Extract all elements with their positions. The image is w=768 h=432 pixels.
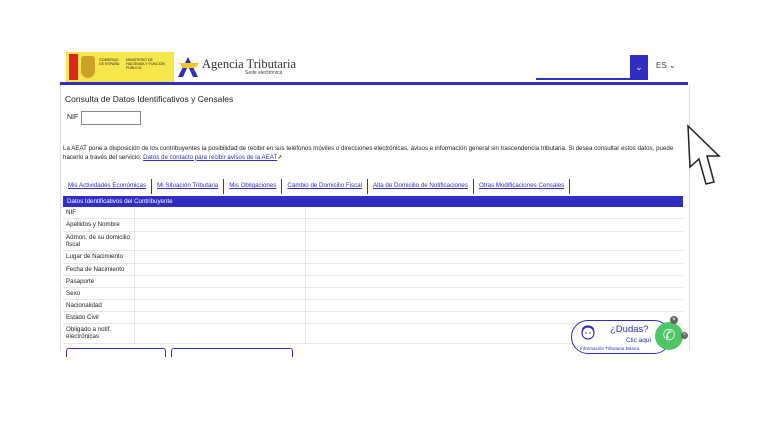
tab-cambio-domicilio[interactable]: Cambio de Domicilio Fiscal	[282, 179, 369, 194]
tab-actividades[interactable]: Mis Actividades Económicas	[63, 179, 153, 194]
tab-otras-modificaciones[interactable]: Otras Modificaciones Censales	[474, 179, 571, 194]
row-label: Lugar de Nacimiento	[63, 251, 135, 263]
row-extra	[306, 207, 683, 218]
row-extra	[306, 288, 683, 299]
chevron-down-icon[interactable]: ⌄	[630, 55, 648, 80]
row-extra	[306, 300, 683, 311]
row-value	[135, 219, 306, 231]
flag-stripe	[69, 54, 78, 80]
gov-line2: MINISTERIO DE HACIENDA Y FUNCIÓN PÚBLICA	[126, 58, 166, 70]
row-label: Sexo	[63, 288, 135, 299]
action-button-2[interactable]	[171, 348, 293, 357]
table-row: Fecha de Nacimiento	[63, 264, 683, 276]
help-subtitle: Clic aquí	[626, 337, 652, 344]
row-extra	[306, 264, 683, 275]
help-widget[interactable]: ¿Dudas? Clic aquí Información Tributaria…	[571, 316, 688, 354]
help-title: ¿Dudas?	[610, 324, 649, 335]
row-value	[135, 288, 306, 299]
row-extra	[306, 276, 683, 287]
info-paragraph: La AEAT pone a disposición de los contri…	[63, 145, 685, 162]
nif-input[interactable]	[81, 111, 141, 125]
row-label: Nacionalidad	[63, 300, 135, 311]
row-extra	[306, 232, 683, 250]
row-label: Fecha de Nacimiento	[63, 264, 135, 275]
agent-avatar-icon	[581, 325, 595, 340]
table-header: Datos Identificativos del Contribuyente	[63, 196, 683, 207]
table-row: Pasaporte	[63, 276, 683, 288]
row-extra	[306, 251, 683, 263]
aeat-logo-icon[interactable]	[176, 55, 202, 79]
row-label: Apellidos y Nombre	[63, 219, 135, 231]
row-value	[135, 264, 306, 275]
gov-line1: GOBIERNO DE ESPAÑA	[99, 58, 120, 66]
table-row: Admon. de su domicilio fiscal	[63, 232, 683, 251]
tab-alta-domicilio[interactable]: Alta de Domicilio de Notificaciones	[368, 179, 474, 194]
row-label: Obligado a notif. electrónicas	[63, 324, 135, 343]
tab-obligaciones[interactable]: Mis Obligaciones	[224, 179, 283, 194]
table-row: NIF	[63, 207, 683, 219]
help-caption: Información Tributaria Básica	[580, 346, 640, 351]
language-selector[interactable]: ES ⌄	[656, 61, 676, 70]
external-link-icon: ↗	[277, 153, 283, 161]
gobierno-logo[interactable]: GOBIERNO DE ESPAÑA MINISTERIO DE HACIEND…	[66, 52, 174, 82]
search-input[interactable]	[536, 55, 630, 80]
phone-icon[interactable]: ✆	[655, 322, 683, 350]
contact-data-link[interactable]: Datos de contacto para recibir avisos de…	[143, 154, 277, 161]
row-label: Pasaporte	[63, 276, 135, 287]
page-title: Consulta de Datos Identificativos y Cens…	[65, 94, 234, 104]
coat-of-arms-icon	[81, 56, 95, 78]
tabs-bar: Mis Actividades Económicas Mi Situación …	[63, 179, 571, 194]
row-label: Admon. de su domicilio fiscal	[63, 232, 135, 250]
row-extra	[306, 219, 683, 231]
close-icon[interactable]: ×	[681, 332, 688, 339]
row-value	[135, 232, 306, 250]
row-value	[135, 312, 306, 323]
close-icon[interactable]: ×	[670, 316, 678, 324]
row-value	[135, 276, 306, 287]
row-label: Estado Civil	[63, 312, 135, 323]
language-label: ES	[656, 61, 667, 70]
row-value	[135, 207, 306, 218]
table-row: Lugar de Nacimiento	[63, 251, 683, 264]
action-button-1[interactable]	[66, 348, 166, 357]
table-row: Sexo	[63, 288, 683, 300]
row-value	[135, 324, 306, 343]
site-header: GOBIERNO DE ESPAÑA MINISTERIO DE HACIEND…	[60, 52, 688, 82]
tab-situacion[interactable]: Mi Situación Tributaria	[152, 179, 225, 194]
row-value	[135, 251, 306, 263]
chevron-down-icon: ⌄	[668, 61, 676, 70]
mouse-cursor-icon	[687, 124, 721, 185]
row-label: NIF	[63, 207, 135, 218]
nif-label: NIF	[67, 114, 79, 121]
table-row: Nacionalidad	[63, 300, 683, 312]
agency-subtitle: Sede electrónica	[245, 70, 283, 76]
table-row: Apellidos y Nombre	[63, 219, 683, 232]
row-value	[135, 300, 306, 311]
